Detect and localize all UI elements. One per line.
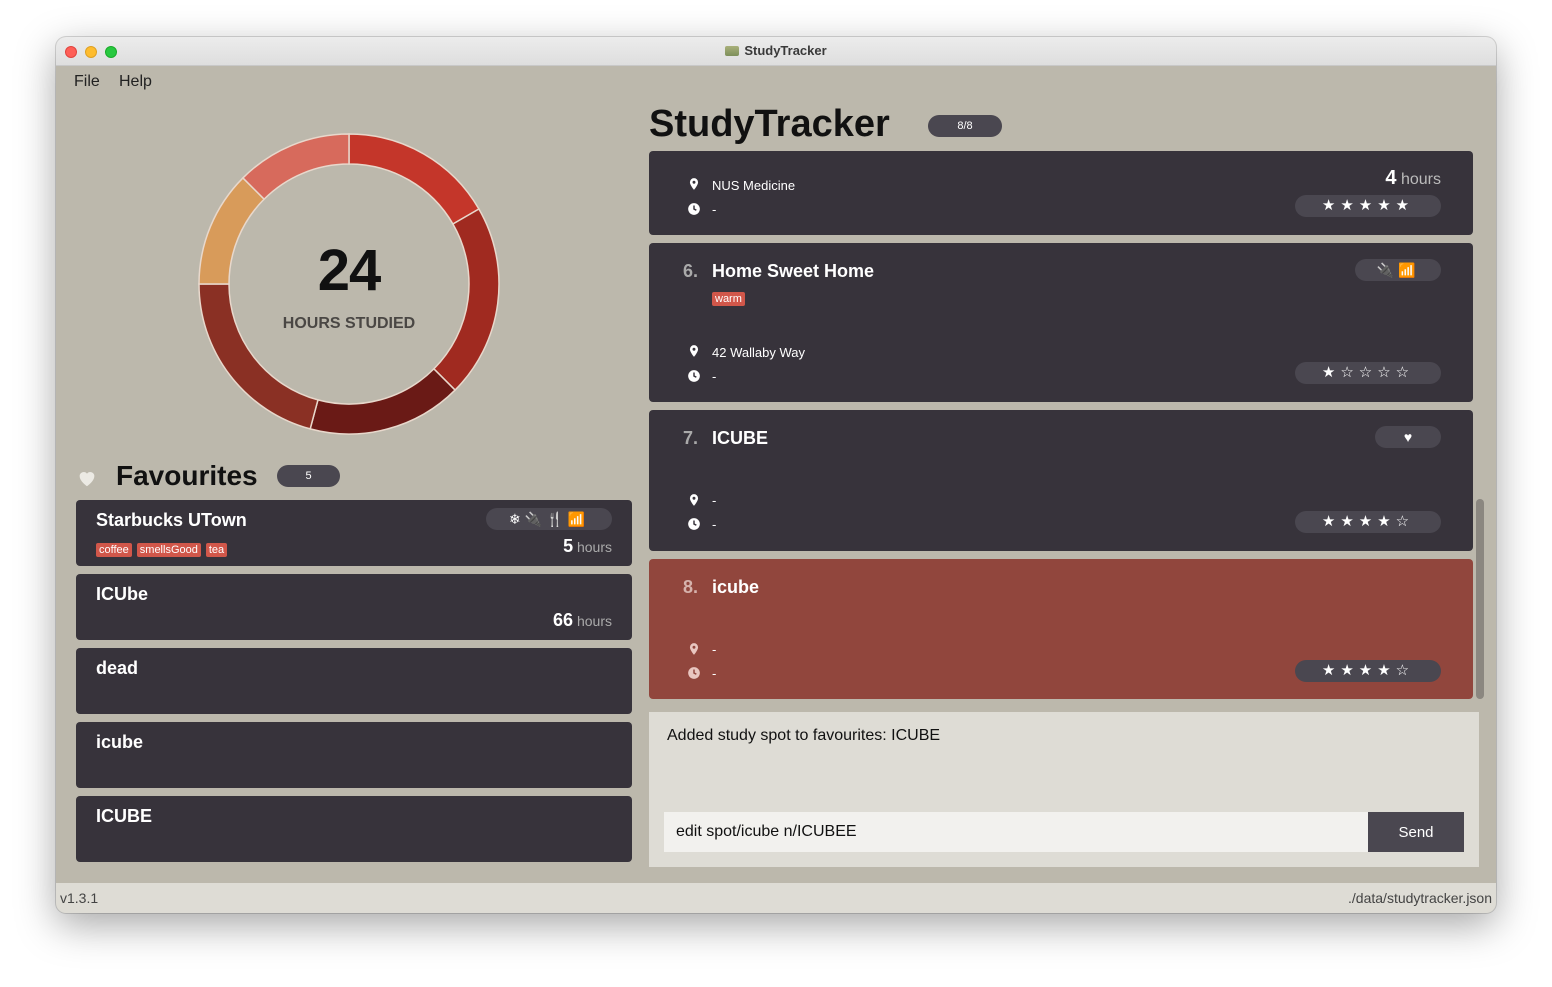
spot-hours: 4 hours	[1385, 167, 1441, 189]
favourite-card[interactable]: ICUBE	[76, 796, 632, 862]
app-icon	[725, 46, 740, 56]
list-scrollbar[interactable]	[1476, 499, 1484, 699]
version-label: v1.3.1	[60, 890, 99, 906]
total-hours: 24	[317, 238, 382, 303]
amenities-badge: ❄🔌🍴📶	[486, 508, 612, 530]
star-rating: ★★★★☆	[1295, 660, 1441, 682]
send-button[interactable]: Send	[1368, 812, 1464, 852]
favourite-name: dead	[96, 658, 139, 678]
spot-address: -	[712, 642, 717, 657]
result-panel: Added study spot to favourites: ICUBE Se…	[649, 712, 1479, 867]
hours-studied-label: HOURS STUDIED	[282, 315, 416, 332]
donut-segment	[241, 133, 350, 201]
window-title: StudyTracker	[56, 43, 1496, 58]
tag-list: coffee smellsGood tea	[96, 540, 232, 558]
clock-icon	[688, 203, 700, 215]
star-rating: ★☆☆☆☆	[1295, 362, 1441, 384]
spot-index: 6.	[683, 261, 699, 281]
star-rating: ★★★★☆	[1295, 511, 1441, 533]
favourite-hours: 5 hours	[563, 536, 612, 556]
spot-count-badge: 8/8	[928, 115, 1002, 137]
study-spot-list[interactable]: NUS Medicine - 4 hours ★★★★★ 6. Home Swe…	[649, 151, 1473, 699]
spot-time: -	[712, 517, 717, 532]
spot-time: -	[712, 202, 717, 217]
location-icon	[689, 178, 699, 190]
tag: smellsGood	[136, 543, 201, 557]
spot-name: Home Sweet Home	[712, 261, 875, 281]
favourite-name: icube	[96, 732, 144, 752]
favourite-badge: ♥	[1375, 426, 1441, 448]
spot-address: -	[712, 493, 717, 508]
title-bar: StudyTracker	[56, 37, 1496, 66]
tag: tea	[205, 543, 228, 557]
command-input[interactable]	[664, 812, 1368, 852]
favourite-card[interactable]: icube	[76, 722, 632, 788]
clock-icon	[688, 667, 700, 679]
tag-list: warm	[712, 289, 750, 307]
spot-address: 42 Wallaby Way	[712, 345, 805, 360]
app-window: StudyTracker File Help 24 HOURS STUDIED …	[56, 37, 1496, 913]
spot-time: -	[712, 369, 717, 384]
favourites-title: Favourites	[116, 460, 258, 491]
study-spot-card-selected[interactable]: 8. icube - - ★★★★☆	[649, 559, 1473, 699]
favourites-count-badge: 5	[277, 465, 340, 487]
donut-segment	[348, 133, 480, 226]
favourite-name: ICUbe	[96, 584, 149, 604]
clock-icon	[688, 518, 700, 530]
study-spot-card[interactable]: NUS Medicine - 4 hours ★★★★★	[649, 151, 1473, 235]
clock-icon	[688, 370, 700, 382]
spot-name: icube	[712, 577, 760, 597]
result-message: Added study spot to favourites: ICUBE	[667, 727, 941, 744]
spot-name: ICUBE	[712, 428, 769, 448]
spot-index: 7.	[683, 428, 699, 448]
menu-bar: File Help	[56, 66, 1496, 98]
location-icon	[689, 643, 699, 655]
favourite-card[interactable]: Starbucks UTown ❄🔌🍴📶 coffee smellsGood tea…	[76, 500, 632, 566]
menu-help[interactable]: Help	[119, 73, 152, 91]
spot-address: NUS Medicine	[712, 178, 796, 193]
location-icon	[689, 494, 699, 506]
data-file-path: ./data/studytracker.json	[1348, 890, 1492, 906]
location-icon	[689, 345, 699, 357]
study-spot-card[interactable]: 6. Home Sweet Home 🔌📶 warm 42 Wallaby Wa…	[649, 243, 1473, 402]
heart-icon	[79, 472, 95, 487]
favourite-name: Starbucks UTown	[96, 510, 247, 530]
tag: coffee	[96, 543, 132, 557]
status-bar: v1.3.1 ./data/studytracker.json	[56, 883, 1496, 913]
study-spot-card[interactable]: 7. ICUBE ♥ - - ★★★★☆	[649, 410, 1473, 551]
amenities-badge: 🔌📶	[1355, 259, 1441, 281]
favourite-hours: 66 hours	[553, 610, 612, 630]
star-rating: ★★★★★	[1295, 195, 1441, 217]
favourite-card[interactable]: dead	[76, 648, 632, 714]
menu-file[interactable]: File	[74, 73, 100, 91]
main-title: StudyTracker	[649, 103, 890, 145]
donut-segment	[309, 367, 457, 435]
favourite-card[interactable]: ICUbe 66 hours	[76, 574, 632, 640]
favourite-name: ICUBE	[96, 806, 153, 826]
spot-index: 8.	[683, 577, 699, 597]
donut-segment	[198, 283, 319, 430]
spot-time: -	[712, 666, 717, 681]
tag: warm	[712, 292, 745, 306]
